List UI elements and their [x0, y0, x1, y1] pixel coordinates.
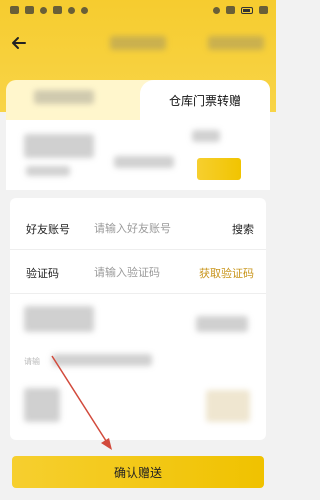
vibrate-icon [213, 6, 220, 14]
status-bar [0, 0, 276, 22]
wechat-icon [68, 6, 75, 14]
battery-icon [241, 6, 253, 14]
back-arrow-icon[interactable] [10, 34, 28, 52]
signal-icon [10, 6, 19, 14]
get-code-button[interactable]: 获取验证码 [199, 265, 254, 281]
signal-2-icon [25, 6, 34, 14]
nav-bar [0, 28, 276, 58]
transfer-form: 好友账号 搜索 验证码 获取验证码 请输 [10, 198, 266, 440]
pin-icon [81, 6, 88, 14]
friend-meta-redacted [196, 316, 248, 332]
item-meta-redacted [206, 390, 250, 422]
status-right [213, 6, 268, 14]
notification-icon [40, 6, 47, 14]
friend-info-redacted [24, 306, 94, 332]
verify-code-label: 验证码 [26, 266, 59, 280]
ticket-text-redacted [26, 166, 70, 176]
friend-account-row: 好友账号 搜索 [10, 208, 266, 250]
search-button[interactable]: 搜索 [232, 221, 254, 237]
friend-account-input[interactable] [94, 217, 204, 240]
ticket-select-button[interactable] [197, 158, 241, 180]
ticket-meta-redacted [192, 130, 220, 142]
friend-account-label: 好友账号 [26, 222, 70, 236]
hint-text: 请输 [24, 357, 40, 366]
nav-title-redacted [110, 36, 166, 50]
wifi-icon [226, 6, 235, 14]
tab-inactive-redacted[interactable] [34, 90, 94, 104]
verify-code-input[interactable] [94, 261, 204, 284]
tab-ticket-transfer-label: 仓库门票转赠 [168, 93, 241, 108]
item-image-redacted [24, 388, 60, 422]
verify-code-row: 验证码 获取验证码 [10, 252, 266, 294]
nav-right-redacted [208, 36, 264, 50]
app-icon [53, 6, 62, 14]
confirm-gift-button[interactable]: 确认赠送 [12, 456, 264, 488]
status-left [10, 6, 88, 14]
ticket-image-redacted [24, 134, 94, 158]
ticket-price-redacted [114, 156, 174, 168]
tab-ticket-transfer[interactable]: 仓库门票转赠 [140, 80, 270, 120]
hint-redacted [52, 354, 152, 366]
clock-placeholder-icon [259, 6, 268, 14]
